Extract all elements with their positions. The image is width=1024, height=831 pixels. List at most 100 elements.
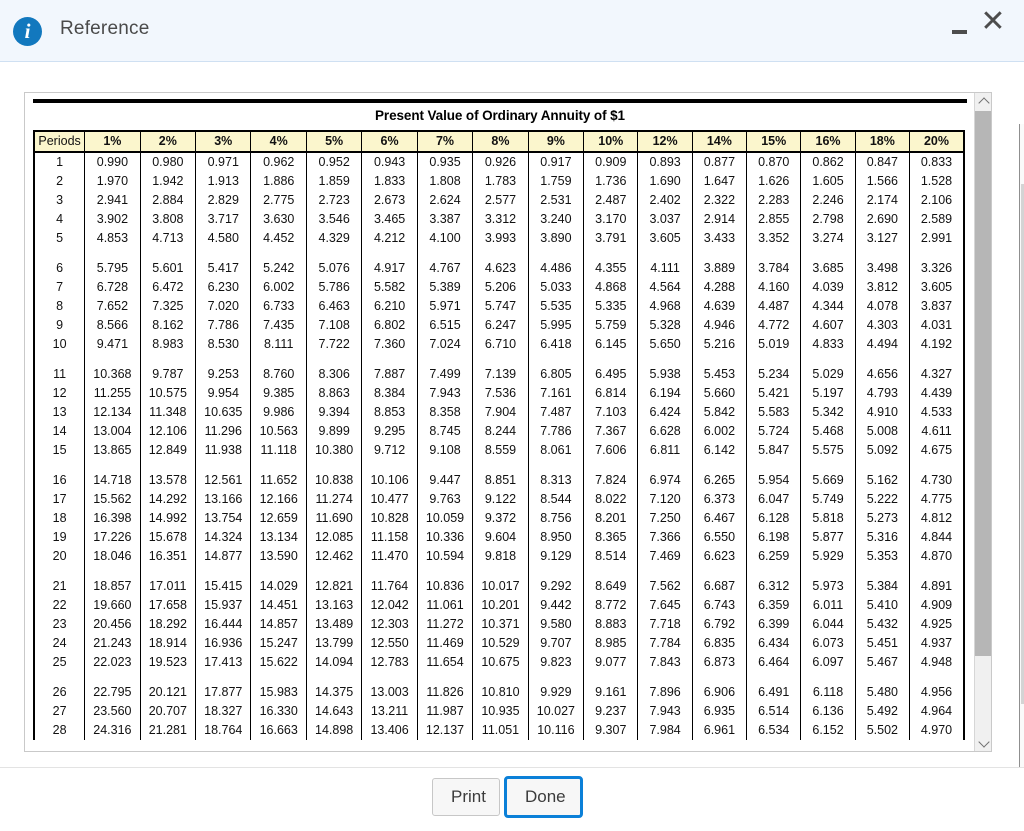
cell-value: 17.226 bbox=[84, 528, 141, 547]
cell-value: 10.935 bbox=[472, 702, 529, 721]
cell-value: 3.889 bbox=[691, 259, 748, 278]
cell-value: 2.798 bbox=[800, 210, 856, 229]
column-header-rate: 9% bbox=[527, 130, 585, 153]
cell-value: 8.985 bbox=[583, 634, 639, 653]
column-header-periods: Periods bbox=[33, 130, 86, 153]
cell-period: 21 bbox=[33, 577, 86, 596]
cell-value: 13.578 bbox=[139, 471, 197, 490]
scroll-down-icon[interactable] bbox=[975, 734, 991, 751]
cell-value: 2.991 bbox=[908, 229, 965, 248]
cell-period: 8 bbox=[33, 297, 86, 316]
cell-value: 4.793 bbox=[854, 384, 910, 403]
cell-value: 12.821 bbox=[305, 577, 363, 596]
cell-value: 5.206 bbox=[472, 278, 529, 297]
cell-value: 15.983 bbox=[250, 683, 307, 702]
cell-value: 4.917 bbox=[361, 259, 418, 278]
scroll-up-icon[interactable] bbox=[975, 93, 991, 110]
scrollbar-thumb[interactable] bbox=[975, 111, 991, 656]
cell-value: 6.463 bbox=[305, 297, 363, 316]
cell-value: 15.937 bbox=[195, 596, 252, 615]
reference-table-viewport: Present Value of Ordinary Annuity of $1 … bbox=[25, 93, 975, 751]
cell-value: 9.580 bbox=[527, 615, 585, 634]
cell-value: 9.292 bbox=[527, 577, 585, 596]
cell-value: 4.639 bbox=[691, 297, 748, 316]
cell-value: 5.451 bbox=[854, 634, 910, 653]
cell-value: 6.198 bbox=[746, 528, 802, 547]
table-row-spacer bbox=[33, 460, 965, 471]
table-vertical-scrollbar[interactable] bbox=[974, 93, 991, 751]
table-row: 23 20.456 18.292 16.444 14.857 13.489 12.303 11… bbox=[33, 615, 965, 634]
table-row: 26 22.795 20.121 17.877 15.983 14.375 13.003 11… bbox=[33, 683, 965, 702]
cell-value: 3.902 bbox=[84, 210, 141, 229]
cell-value: 14.877 bbox=[195, 547, 252, 566]
cell-period: 11 bbox=[33, 365, 86, 384]
cell-value: 0.935 bbox=[416, 152, 474, 172]
cell-value: 8.883 bbox=[583, 615, 639, 634]
column-header-rate: 7% bbox=[416, 130, 474, 153]
cell-value: 10.529 bbox=[472, 634, 529, 653]
cell-value: 7.606 bbox=[583, 441, 639, 460]
cell-value: 9.129 bbox=[527, 547, 585, 566]
cell-value: 14.451 bbox=[250, 596, 307, 615]
cell-value: 5.669 bbox=[800, 471, 856, 490]
cell-value: 5.724 bbox=[746, 422, 802, 441]
dialog-footer: Print Done bbox=[0, 767, 1024, 831]
cell-value: 3.605 bbox=[908, 278, 965, 297]
cell-value: 11.826 bbox=[416, 683, 474, 702]
cell-value: 4.948 bbox=[908, 653, 965, 672]
cell-value: 5.029 bbox=[800, 365, 856, 384]
cell-value: 7.536 bbox=[472, 384, 529, 403]
cell-value: 6.792 bbox=[691, 615, 748, 634]
cell-value: 8.983 bbox=[139, 335, 197, 354]
cell-value: 12.085 bbox=[305, 528, 363, 547]
table-row: 20 18.046 16.351 14.877 13.590 12.462 11.470 10… bbox=[33, 547, 965, 566]
cell-value: 2.829 bbox=[195, 191, 252, 210]
print-button[interactable]: Print bbox=[432, 778, 500, 816]
cell-value: 0.990 bbox=[84, 152, 141, 172]
cell-value: 6.873 bbox=[691, 653, 748, 672]
cell-value: 13.166 bbox=[195, 490, 252, 509]
cell-value: 15.562 bbox=[84, 490, 141, 509]
cell-value: 2.487 bbox=[583, 191, 639, 210]
close-icon[interactable]: ✕ bbox=[976, 4, 1010, 40]
cell-value: 6.805 bbox=[527, 365, 585, 384]
cell-value: 17.877 bbox=[195, 683, 252, 702]
table-row: 1 0.990 0.980 0.971 0.962 0.952 0.943 0.935 0.92… bbox=[33, 152, 965, 172]
cell-value: 10.810 bbox=[472, 683, 529, 702]
cell-value: 4.964 bbox=[908, 702, 965, 721]
cell-value: 2.402 bbox=[637, 191, 693, 210]
cell-period: 20 bbox=[33, 547, 86, 566]
cell-value: 5.747 bbox=[472, 297, 529, 316]
cell-period: 17 bbox=[33, 490, 86, 509]
cell-value: 11.255 bbox=[84, 384, 141, 403]
cell-value: 7.469 bbox=[637, 547, 693, 566]
cell-value: 24.316 bbox=[84, 721, 141, 740]
cell-value: 20.456 bbox=[84, 615, 141, 634]
cell-value: 13.406 bbox=[361, 721, 418, 740]
cell-value: 5.973 bbox=[800, 577, 856, 596]
cell-value: 6.259 bbox=[746, 547, 802, 566]
cell-value: 11.987 bbox=[416, 702, 474, 721]
table-row-spacer bbox=[33, 672, 965, 683]
table-row: 10 9.471 8.983 8.530 8.111 7.722 7.360 7.024 6.7… bbox=[33, 335, 965, 354]
cell-value: 7.943 bbox=[416, 384, 474, 403]
cell-value: 4.355 bbox=[583, 259, 639, 278]
cell-value: 4.039 bbox=[800, 278, 856, 297]
cell-value: 7.499 bbox=[416, 365, 474, 384]
cell-value: 3.717 bbox=[195, 210, 252, 229]
cell-value: 7.824 bbox=[583, 471, 639, 490]
cell-value: 8.061 bbox=[527, 441, 585, 460]
cell-value: 3.170 bbox=[583, 210, 639, 229]
cell-value: 5.650 bbox=[637, 335, 693, 354]
done-button[interactable]: Done bbox=[504, 776, 583, 818]
table-row: 28 24.316 21.281 18.764 16.663 14.898 13.406 12… bbox=[33, 721, 965, 740]
table-row: 21 18.857 17.011 15.415 14.029 12.821 11.764 10… bbox=[33, 577, 965, 596]
minimize-icon[interactable] bbox=[948, 13, 972, 47]
cell-value: 12.303 bbox=[361, 615, 418, 634]
page-vertical-scrollbar[interactable] bbox=[1019, 124, 1024, 829]
cell-value: 11.469 bbox=[416, 634, 474, 653]
cell-value: 5.467 bbox=[854, 653, 910, 672]
cell-value: 0.926 bbox=[472, 152, 529, 172]
cell-value: 11.051 bbox=[472, 721, 529, 740]
cell-value: 15.247 bbox=[250, 634, 307, 653]
